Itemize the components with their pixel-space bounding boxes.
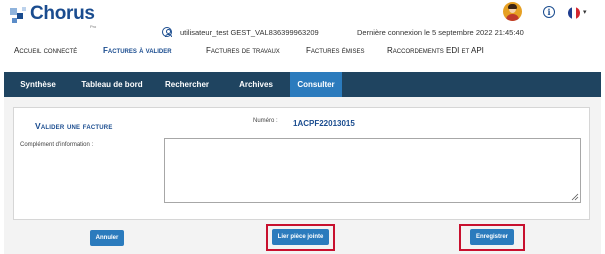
logo-text: Chorus — [30, 3, 95, 24]
info-icon[interactable]: i — [543, 6, 555, 18]
tab-archives[interactable]: Archives — [222, 72, 290, 97]
validation-card: Valider une facture Numéro : 1ACPF220130… — [13, 107, 590, 220]
user-info-row: utilisateur_test GEST_VAL836399963209 De… — [0, 26, 605, 40]
numero-value: 1ACPF22013015 — [293, 119, 355, 128]
user-avatar[interactable] — [503, 2, 522, 21]
tab-synthese[interactable]: Synthèse — [4, 72, 72, 97]
numero-label: Numéro : — [253, 118, 278, 124]
page-title: Valider une facture — [35, 121, 113, 131]
save-button[interactable]: Enregistrer — [470, 229, 514, 245]
nav-item-factures-emises[interactable]: Factures émises — [306, 46, 364, 55]
nav-item-accueil[interactable]: Accueil connecté — [14, 46, 77, 55]
tab-rechercher[interactable]: Rechercher — [152, 72, 222, 97]
content-area: Valider une facture Numéro : 1ACPF220130… — [4, 97, 601, 254]
resize-grip-icon[interactable] — [570, 192, 579, 201]
french-flag-icon[interactable] — [568, 7, 580, 19]
sub-nav: Synthèse Tableau de bord Rechercher Arch… — [4, 72, 601, 97]
attach-file-button[interactable]: Lier pièce jointe — [272, 229, 329, 245]
last-login-text: Dernière connexion le 5 septembre 2022 2… — [357, 28, 524, 37]
complement-label: Complément d'information : — [20, 142, 94, 148]
user-name: utilisateur_test GEST_VAL836399963209 — [180, 28, 319, 37]
chevron-down-icon[interactable]: ▾ — [583, 8, 587, 16]
main-nav: Accueil connecté Factures à valider Fact… — [0, 46, 605, 60]
nav-item-raccordements[interactable]: Raccordements EDI et API — [387, 46, 484, 55]
tab-tableau-de-bord[interactable]: Tableau de bord — [72, 72, 152, 97]
complement-textarea[interactable] — [164, 138, 581, 203]
tab-consulter[interactable]: Consulter — [290, 72, 342, 97]
nav-item-factures-travaux[interactable]: Factures de travaux — [206, 46, 280, 55]
user-icon — [162, 27, 172, 37]
nav-item-factures-a-valider[interactable]: Factures à valider — [103, 46, 172, 55]
cancel-button[interactable]: Annuler — [90, 230, 124, 246]
